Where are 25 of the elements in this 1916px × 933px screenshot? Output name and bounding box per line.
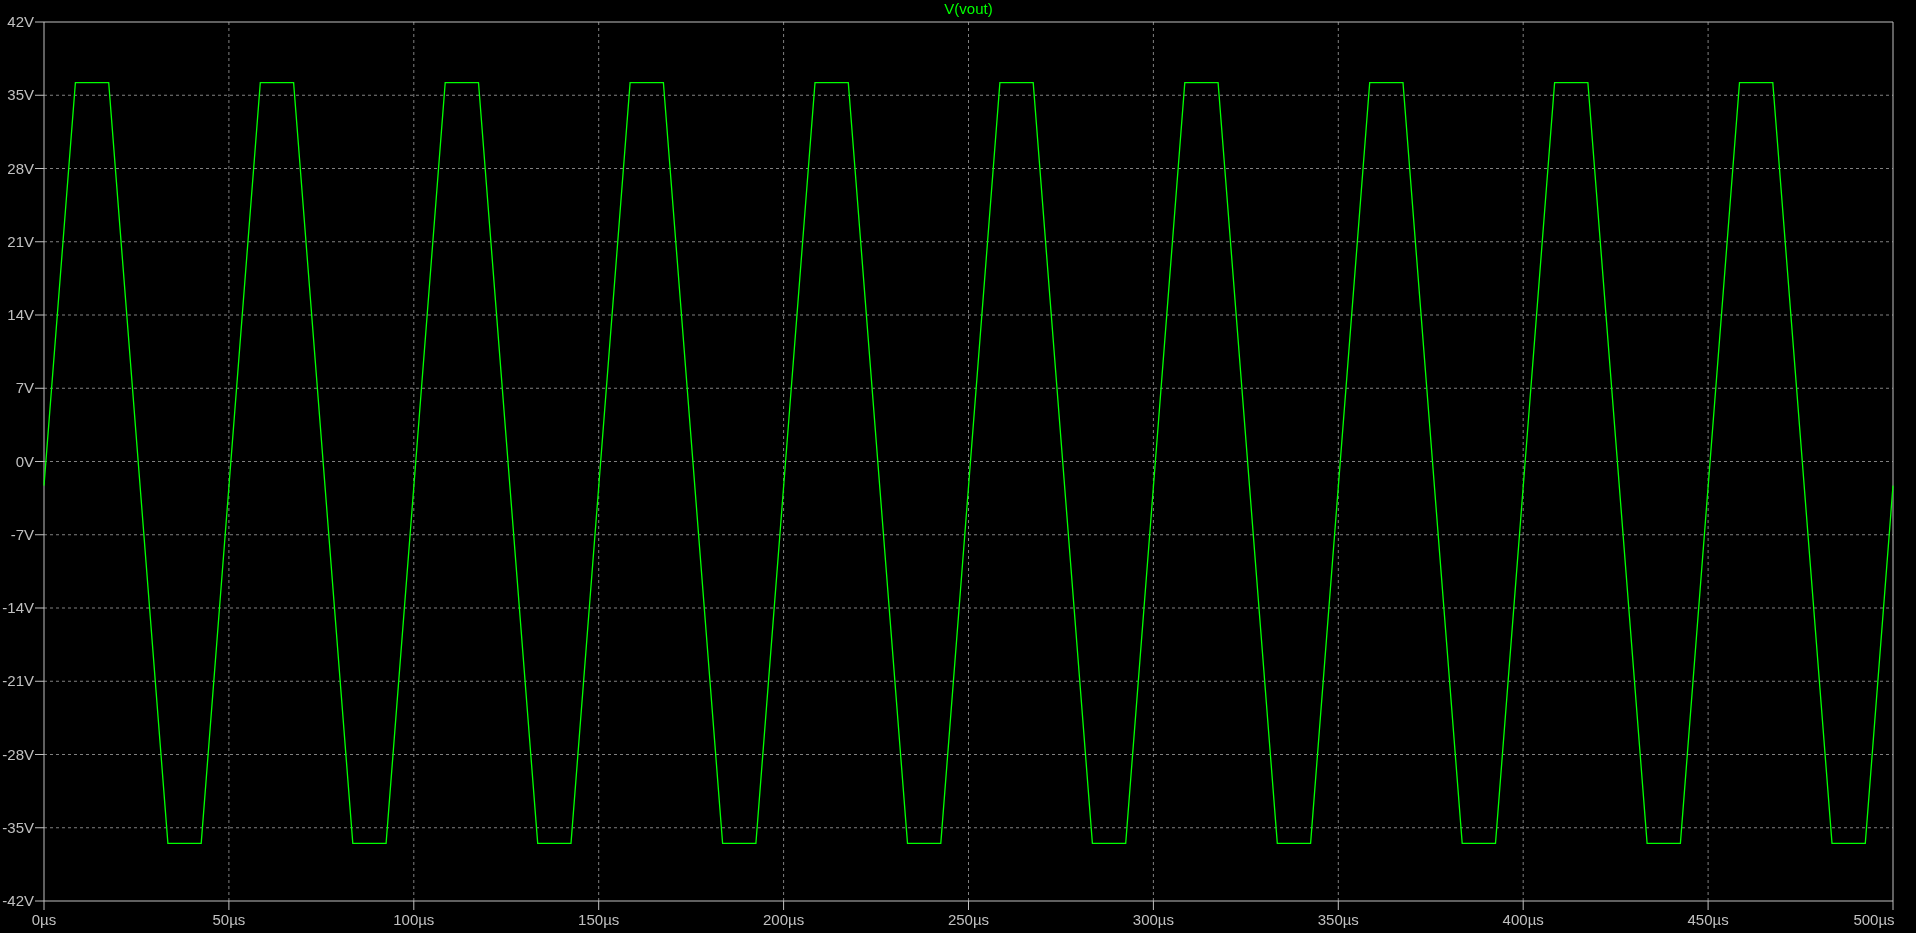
x-tick-label: 100µs bbox=[393, 911, 435, 928]
y-tick-label: 7V bbox=[15, 379, 34, 397]
x-tick-label: 200µs bbox=[763, 911, 805, 928]
x-tick-label: 350µs bbox=[1317, 911, 1359, 928]
y-tick-label: 14V bbox=[7, 306, 34, 323]
y-tick-label: -42V bbox=[2, 892, 34, 909]
y-tick-label: 28V bbox=[7, 159, 34, 177]
y-tick-label: 35V bbox=[7, 86, 34, 104]
x-tick-label: 400µs bbox=[1502, 911, 1544, 928]
y-tick-label: 42V bbox=[7, 13, 34, 30]
x-tick-label: 450µs bbox=[1687, 911, 1729, 928]
x-tick-label: 50µs bbox=[212, 911, 246, 928]
x-tick-label: 500µs bbox=[1853, 911, 1895, 928]
trace-label: V(vout) bbox=[944, 0, 993, 17]
x-tick-label: 250µs bbox=[947, 911, 990, 928]
x-tick-label: 150µs bbox=[578, 911, 620, 928]
y-tick-label: -35V bbox=[2, 818, 34, 836]
y-tick-label: 21V bbox=[7, 232, 34, 250]
y-tick-label: -7V bbox=[10, 525, 34, 543]
x-tick-label: 0µs bbox=[31, 911, 57, 928]
y-tick-label: -28V bbox=[2, 745, 34, 763]
x-tick-label: 300µs bbox=[1132, 911, 1174, 928]
y-tick-label: -14V bbox=[2, 599, 34, 616]
y-tick-label: 0V bbox=[15, 452, 34, 470]
y-tick-label: -21V bbox=[2, 672, 34, 690]
